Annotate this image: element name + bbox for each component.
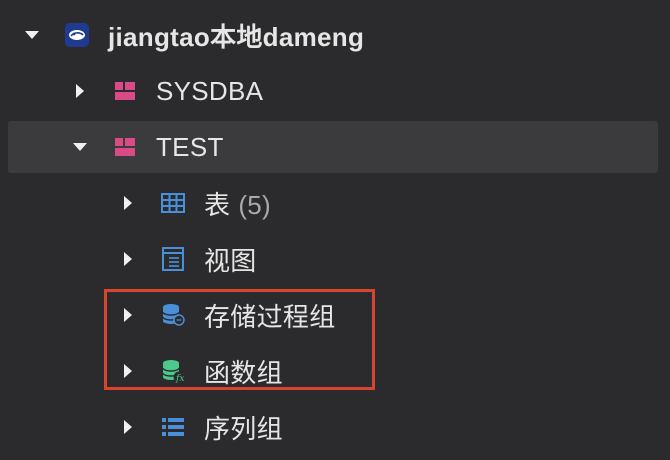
tree-item-stored-procedure-group[interactable]: 存储过程组 — [0, 289, 670, 341]
chevron-right-icon[interactable] — [124, 420, 132, 434]
tree-item-label: 函数组 — [204, 357, 283, 388]
tree-item-label: 视图 — [204, 245, 257, 276]
chevron-right-icon[interactable] — [124, 252, 132, 266]
chevron-down-icon[interactable] — [25, 31, 39, 39]
tree-item-schema-test[interactable]: TEST — [8, 121, 658, 173]
stored-procedure-group-icon — [160, 302, 186, 328]
tree-item-label: 序列组 — [204, 413, 283, 444]
tree-item-label: jiangtao本地dameng — [108, 21, 365, 52]
tree-item-connection[interactable]: jiangtao本地dameng — [0, 9, 670, 61]
database-connection-icon — [64, 22, 90, 48]
table-icon — [160, 190, 186, 216]
tree-item-label: SYSDBA — [156, 75, 264, 106]
tree-item-schema-sysdba[interactable]: SYSDBA — [0, 65, 670, 117]
tree-item-views[interactable]: 视图 — [0, 233, 670, 285]
chevron-right-icon[interactable] — [76, 84, 84, 98]
tree-item-label: 存储过程组 — [204, 301, 336, 332]
item-count-badge: (5) — [238, 189, 271, 220]
tree-item-tables[interactable]: 表 (5) — [0, 177, 670, 229]
view-icon — [160, 246, 186, 272]
chevron-right-icon[interactable] — [124, 196, 132, 210]
tree-item-label: TEST — [156, 131, 224, 162]
schema-icon — [112, 78, 138, 104]
tree-item-function-group[interactable]: fx 函数组 — [0, 345, 670, 397]
chevron-right-icon[interactable] — [124, 364, 132, 378]
tree-item-label: 表 (5) — [204, 189, 271, 220]
tree-item-sequence-group[interactable]: 序列组 — [0, 401, 670, 453]
sequence-group-icon — [160, 414, 186, 440]
svg-text:fx: fx — [175, 374, 184, 384]
schema-icon — [112, 134, 138, 160]
function-group-icon: fx — [160, 358, 186, 384]
chevron-down-icon[interactable] — [73, 143, 87, 151]
chevron-right-icon[interactable] — [124, 308, 132, 322]
database-tree: jiangtao本地dameng SYSDBA TEST 表 (5) 视图 存储… — [0, 0, 670, 460]
